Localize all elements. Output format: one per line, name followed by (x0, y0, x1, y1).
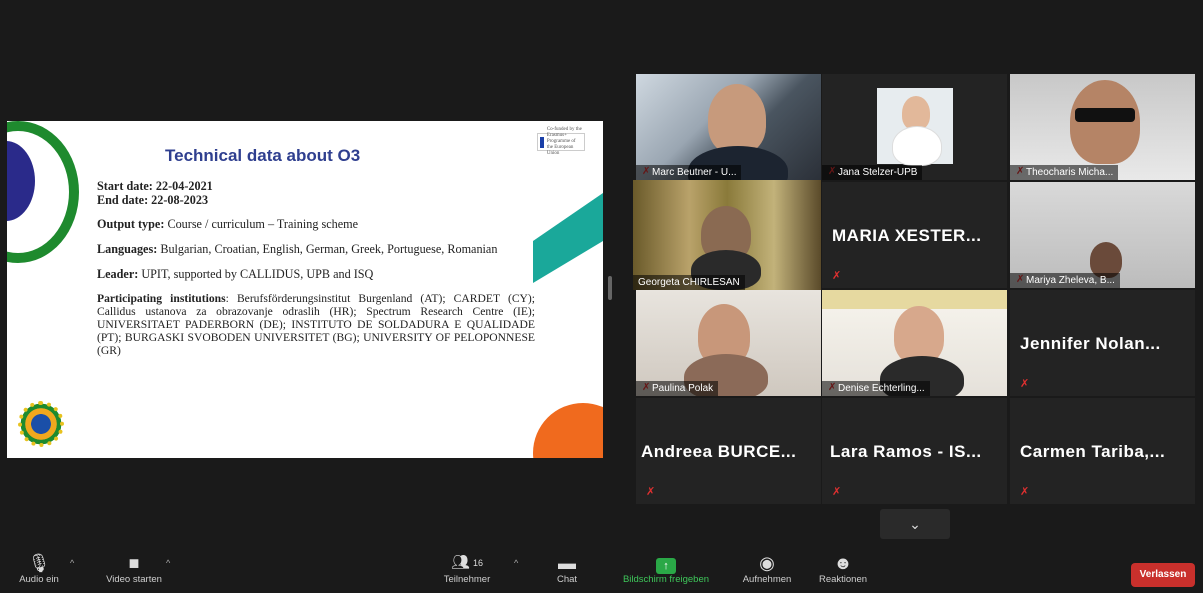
project-logo (18, 401, 64, 447)
participant-count: 16 (473, 558, 484, 568)
participant-name: Mariya Zheleva, B... (1010, 273, 1120, 288)
mic-muted-icon: ✗ (832, 486, 842, 498)
participating-label: Participating institutions (97, 292, 226, 305)
eu-logo-text: Co-funded by the Erasmus+ Programme of t… (546, 127, 582, 156)
participant-video (902, 96, 930, 130)
video-tile[interactable]: MARIA XESTER... ✗ (822, 182, 1007, 288)
mic-muted-icon: ✗ (1020, 486, 1030, 498)
eu-flag-icon (540, 136, 544, 148)
slide-decor-teal-top (533, 193, 603, 241)
participant-name: Denise Echterling... (822, 381, 930, 396)
languages-value: Bulgarian, Croatian, English, German, Gr… (157, 242, 498, 256)
mic-muted-icon: ✗ (646, 486, 656, 498)
participant-body (892, 126, 942, 166)
gallery-next-page-button[interactable]: ⌄ (880, 509, 950, 539)
participant-name-large: Jennifer Nolan... (1020, 334, 1161, 353)
languages-label: Languages: (97, 242, 158, 256)
share-screen-icon: ↑ (656, 558, 676, 574)
audio-button[interactable]: 🎙︎ Audio ein (14, 548, 64, 593)
slide-body: Start date: 22-04-2021 End date: 22-08-20… (97, 179, 535, 368)
share-screen-label: Bildschirm freigeben (622, 574, 710, 585)
reactions-icon: ☻ (833, 553, 853, 573)
participant-name: Paulina Polak (636, 381, 719, 396)
video-tile[interactable]: Carmen Tariba,... ✗ (1010, 398, 1195, 504)
eu-logo: Co-funded by the Erasmus+ Programme of t… (537, 127, 585, 156)
video-tile[interactable]: ✗ Jana Stelzer-UPB (822, 74, 1007, 180)
leave-meeting-button[interactable]: Verlassen (1131, 563, 1195, 587)
video-tile[interactable]: ✗ Theocharis Micha... (1010, 74, 1195, 180)
record-label: Aufnehmen (742, 574, 792, 585)
participant-name: Jana Stelzer-UPB (822, 165, 923, 180)
chat-icon: ▬ (558, 553, 576, 573)
slide-decor-orange-circle (533, 403, 603, 458)
participants-options-caret-icon[interactable]: ^ (514, 558, 518, 568)
participants-button[interactable]: 👥︎ 16 Teilnehmer (436, 548, 498, 593)
participants-label: Teilnehmer (443, 574, 491, 585)
video-tile-active-speaker[interactable]: Georgeta CHIRLESAN (633, 180, 821, 290)
share-screen-button[interactable]: ↑ Bildschirm freigeben (610, 548, 722, 593)
video-off-icon: ■ (128, 553, 140, 573)
audio-options-caret-icon[interactable]: ^ (70, 558, 74, 568)
glasses (1075, 108, 1135, 122)
mic-muted-icon: ✗ (832, 270, 842, 282)
participant-video (1070, 80, 1140, 164)
chevron-down-icon: ⌄ (909, 516, 921, 532)
reactions-label: Reaktionen (818, 574, 868, 585)
meeting-toolbar: 🎙︎ Audio ein ^ ■ Video starten ^ 👥︎ 16 Te… (0, 548, 1203, 593)
output-value: Course / curriculum – Training scheme (164, 217, 359, 231)
leader-label: Leader: (97, 267, 139, 281)
video-tile[interactable]: Andreea BURCE... ✗ (636, 398, 821, 504)
chat-label: Chat (556, 574, 578, 585)
video-tile[interactable]: ✗ Marc Beutner - U... (636, 74, 821, 180)
video-button[interactable]: ■ Video starten (96, 548, 172, 593)
video-tile[interactable]: ✗ Mariya Zheleva, B... (1010, 182, 1195, 288)
record-button[interactable]: ◉ Aufnehmen (734, 548, 800, 593)
shared-slide: Co-funded by the Erasmus+ Programme of t… (7, 121, 603, 458)
reactions-button[interactable]: ☻ Reaktionen (810, 548, 876, 593)
video-options-caret-icon[interactable]: ^ (166, 558, 170, 568)
video-tile[interactable]: Jennifer Nolan... ✗ (1010, 290, 1195, 396)
video-tile[interactable]: ✗ Denise Echterling... (822, 290, 1007, 396)
output-label: Output type: (97, 217, 165, 231)
split-view-divider[interactable] (608, 276, 612, 300)
participant-name: Theocharis Micha... (1010, 165, 1119, 180)
video-tile[interactable]: Lara Ramos - IS... ✗ (822, 398, 1007, 504)
participant-name: Marc Beutner - U... (636, 165, 742, 180)
leader-value: UPIT, supported by CALLIDUS, UPB and ISQ (138, 267, 374, 281)
participant-name-large: Lara Ramos - IS... (830, 442, 982, 461)
video-tile[interactable]: ✗ Paulina Polak (636, 290, 821, 396)
end-date: End date: 22-08-2023 (97, 193, 209, 207)
slide-decor-teal-bottom (533, 241, 603, 283)
mic-muted-icon: ✗ (1020, 378, 1030, 390)
video-label: Video starten (106, 574, 162, 585)
participant-name-large: Andreea BURCE... (641, 442, 797, 461)
participant-name-large: Carmen Tariba,... (1020, 442, 1166, 461)
participant-video (708, 84, 766, 154)
slide-title: Technical data about O3 (165, 146, 361, 165)
record-icon: ◉ (759, 553, 775, 573)
participant-name-large: MARIA XESTER... (832, 226, 982, 245)
participant-name: Georgeta CHIRLESAN (633, 275, 745, 290)
audio-label: Audio ein (19, 574, 59, 585)
chat-button[interactable]: ▬ Chat (550, 548, 584, 593)
start-date: Start date: 22-04-2021 (97, 179, 213, 193)
zoom-meeting-window: Co-funded by the Erasmus+ Programme of t… (0, 0, 1203, 593)
participants-icon: 👥︎ (450, 554, 471, 571)
mic-muted-icon: 🎙︎ (27, 553, 51, 573)
